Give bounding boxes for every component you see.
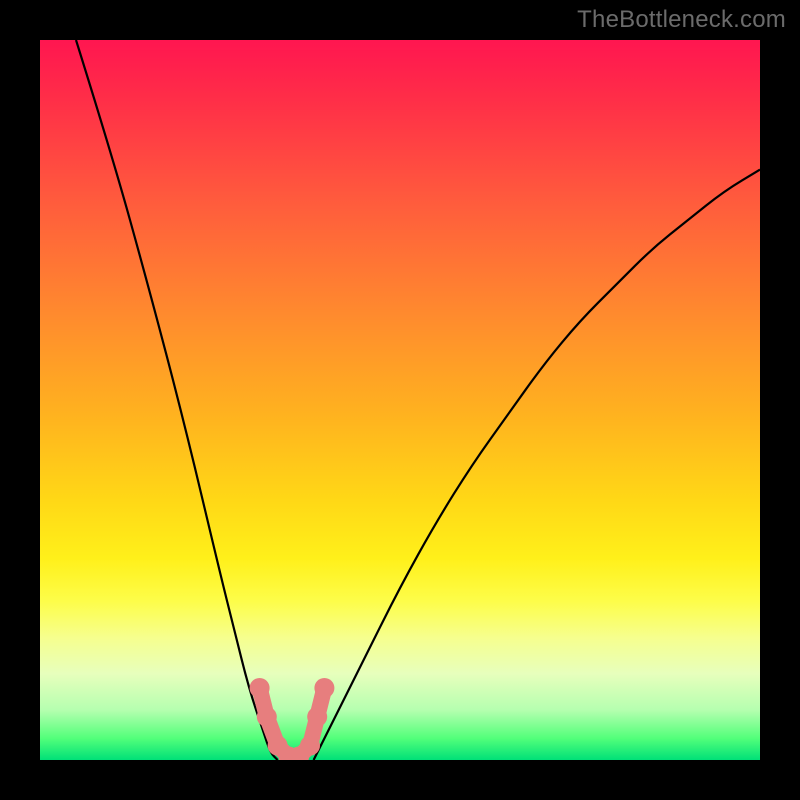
minimum-dot [257,707,277,727]
minimum-dot [307,707,327,727]
curve-right [314,170,760,760]
minimum-dot [300,736,320,756]
minimum-dot [250,678,270,698]
curve-left [76,40,278,760]
chart-frame: TheBottleneck.com [0,0,800,800]
minimum-dots-group [250,678,335,760]
watermark-text: TheBottleneck.com [577,6,786,34]
chart-svg [40,40,760,760]
plot-area [40,40,760,760]
minimum-dot [314,678,334,698]
